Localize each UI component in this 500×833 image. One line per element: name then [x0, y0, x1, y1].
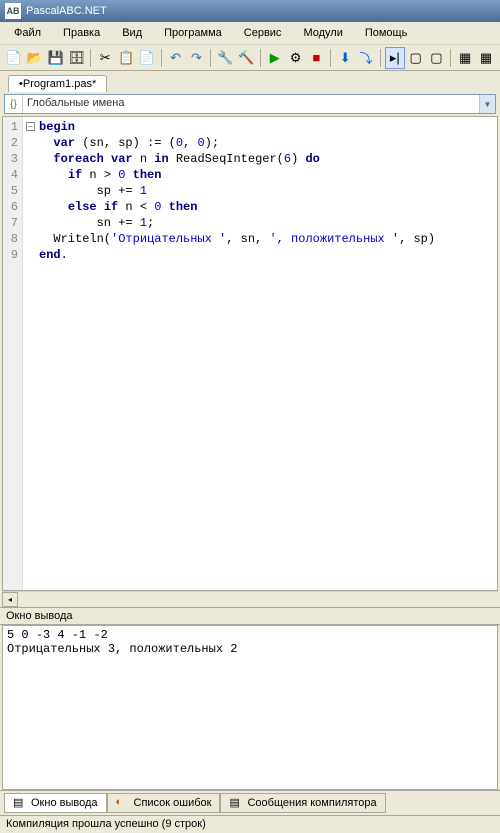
paste-icon[interactable]: 📄 [137, 47, 157, 69]
tab-program1[interactable]: •Program1.pas* [8, 75, 107, 92]
scope-dropdown[interactable]: {} Глобальные имена ▼ [4, 94, 496, 114]
menu-edit[interactable]: Правка [53, 24, 110, 42]
fold-toggle-icon[interactable]: − [26, 122, 35, 131]
fold-column: − [23, 117, 37, 590]
tab-errors[interactable]: ◐Список ошибок [107, 793, 221, 813]
statusbar: Компиляция прошла успешно (9 строк) [0, 815, 500, 833]
saveall-icon[interactable]: 🗄 [67, 47, 87, 69]
run-icon[interactable]: ▶ [265, 47, 285, 69]
separator [210, 49, 211, 67]
output-panel[interactable]: 5 0 -3 4 -1 -2 Отрицательных 3, положите… [2, 625, 498, 790]
horizontal-scrollbar[interactable]: ◂ [2, 591, 498, 607]
tool-icon[interactable]: ⚙ [286, 47, 306, 69]
tool-icon[interactable]: ▸| [385, 47, 405, 69]
separator [450, 49, 451, 67]
tool-icon[interactable]: ▢ [406, 47, 426, 69]
separator [90, 49, 91, 67]
menu-modules[interactable]: Модули [293, 24, 352, 42]
scope-dropdown-text: Глобальные имена [23, 95, 479, 113]
output-panel-title: Окно вывода [0, 607, 500, 625]
open-icon[interactable]: 📂 [25, 47, 45, 69]
document-tabs: •Program1.pas* [0, 71, 500, 92]
cut-icon[interactable]: ✂ [95, 47, 115, 69]
code-editor[interactable]: 123 456 789 − begin var (sn, sp) := (0, … [2, 116, 498, 591]
tool-icon[interactable]: ▢ [427, 47, 447, 69]
menubar: Файл Правка Вид Программа Сервис Модули … [0, 22, 500, 45]
step-over-icon[interactable]: ⤵ [356, 47, 376, 69]
menu-file[interactable]: Файл [4, 24, 51, 42]
bottom-tabs: ▤Окно вывода ◐Список ошибок ▤Сообщения к… [0, 790, 500, 815]
window-title: PascalABC.NET [26, 5, 107, 17]
copy-icon[interactable]: 📋 [116, 47, 136, 69]
errors-icon: ◐ [116, 796, 130, 810]
line-gutter: 123 456 789 [3, 117, 23, 590]
separator [161, 49, 162, 67]
tab-output[interactable]: ▤Окно вывода [4, 793, 107, 813]
separator [380, 49, 381, 67]
braces-icon: {} [5, 95, 23, 113]
tab-compiler[interactable]: ▤Сообщения компилятора [220, 793, 385, 813]
output-icon: ▤ [13, 796, 27, 810]
save-icon[interactable]: 💾 [46, 47, 66, 69]
chevron-down-icon: ▼ [479, 95, 495, 113]
step-icon[interactable]: ⬇ [335, 47, 355, 69]
app-icon: AB [5, 3, 21, 19]
menu-service[interactable]: Сервис [234, 24, 292, 42]
compiler-icon: ▤ [229, 796, 243, 810]
menu-view[interactable]: Вид [112, 24, 152, 42]
menu-help[interactable]: Помощь [355, 24, 418, 42]
tool-icon[interactable]: 🔧 [215, 47, 235, 69]
tool-icon[interactable]: 🔨 [236, 47, 256, 69]
tool-icon[interactable]: ▦ [455, 47, 475, 69]
menu-program[interactable]: Программа [154, 24, 232, 42]
new-icon[interactable]: 📄 [4, 47, 24, 69]
separator [330, 49, 331, 67]
separator [260, 49, 261, 67]
scroll-left-icon[interactable]: ◂ [2, 592, 18, 607]
tool-icon[interactable]: ▦ [476, 47, 496, 69]
stop-icon[interactable]: ■ [307, 47, 327, 69]
toolbar: 📄 📂 💾 🗄 ✂ 📋 📄 ↶ ↷ 🔧 🔨 ▶ ⚙ ■ ⬇ ⤵ ▸| ▢ ▢ ▦… [0, 45, 500, 71]
titlebar: AB PascalABC.NET [0, 0, 500, 22]
redo-icon[interactable]: ↷ [187, 47, 207, 69]
code-area[interactable]: begin var (sn, sp) := (0, 0); foreach va… [37, 117, 497, 590]
undo-icon[interactable]: ↶ [166, 47, 186, 69]
